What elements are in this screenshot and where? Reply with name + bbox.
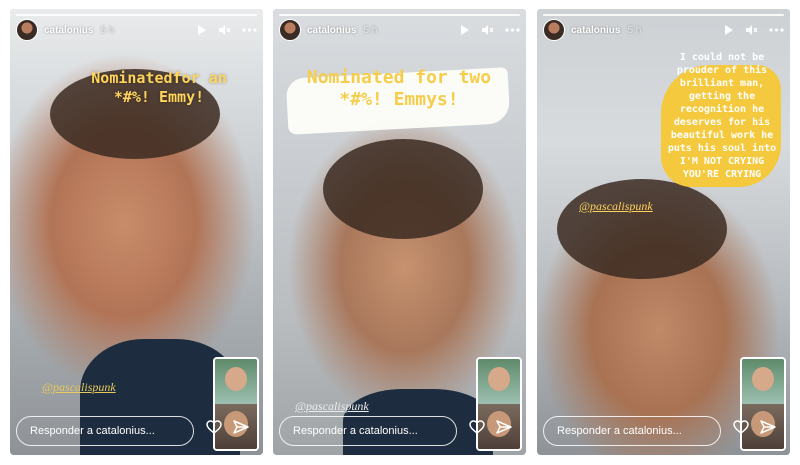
story-caption-block: I could not be prouder of this brilliant… [661, 51, 783, 187]
photo-hair [323, 139, 483, 239]
mute-icon[interactable] [218, 24, 231, 36]
more-icon[interactable] [242, 28, 257, 32]
send-icon[interactable] [760, 420, 776, 439]
mute-icon[interactable] [481, 24, 494, 36]
story-caption: Nominatedfor an *#%! Emmy! [91, 69, 227, 106]
username[interactable]: catalonius [44, 25, 93, 36]
heart-icon[interactable] [733, 420, 749, 439]
story-controls [724, 24, 784, 36]
story-card-2[interactable]: catalonius 5 h Nominated for two *#%! Em… [273, 9, 526, 455]
story-caption-block: Nominated for two *#%! Emmys! [285, 67, 513, 135]
story-controls [460, 24, 520, 36]
story-footer [10, 409, 263, 455]
play-icon[interactable] [724, 24, 734, 36]
username[interactable]: catalonius [307, 25, 356, 36]
send-icon[interactable] [233, 420, 249, 439]
avatar[interactable] [16, 19, 38, 41]
story-header: catalonius 5 h [279, 15, 520, 45]
post-time: 5 h [100, 24, 115, 36]
more-icon[interactable] [769, 28, 784, 32]
heart-icon[interactable] [206, 420, 222, 439]
post-time: 5 h [363, 24, 378, 36]
post-time: 5 h [627, 24, 642, 36]
avatar[interactable] [279, 19, 301, 41]
story-footer [537, 409, 790, 455]
heart-icon[interactable] [469, 420, 485, 439]
more-icon[interactable] [505, 28, 520, 32]
story-header: catalonius 5 h [16, 15, 257, 45]
story-header: catalonius 5 h [543, 15, 784, 45]
photo-hair [557, 179, 727, 279]
user-mention[interactable]: @pascalispunk [42, 380, 116, 395]
story-footer [273, 409, 526, 455]
reply-input[interactable] [279, 416, 457, 446]
play-icon[interactable] [197, 24, 207, 36]
reply-input[interactable] [16, 416, 194, 446]
mute-icon[interactable] [745, 24, 758, 36]
reply-input[interactable] [543, 416, 721, 446]
story-card-3[interactable]: catalonius 5 h I could not be prouder of… [537, 9, 790, 455]
send-icon[interactable] [496, 420, 512, 439]
play-icon[interactable] [460, 24, 470, 36]
username[interactable]: catalonius [571, 25, 620, 36]
story-card-1[interactable]: catalonius 5 h Nominatedfor an *#%! Emmy… [10, 9, 263, 455]
user-mention[interactable]: @pascalispunk [579, 199, 653, 214]
avatar[interactable] [543, 19, 565, 41]
story-controls [197, 24, 257, 36]
